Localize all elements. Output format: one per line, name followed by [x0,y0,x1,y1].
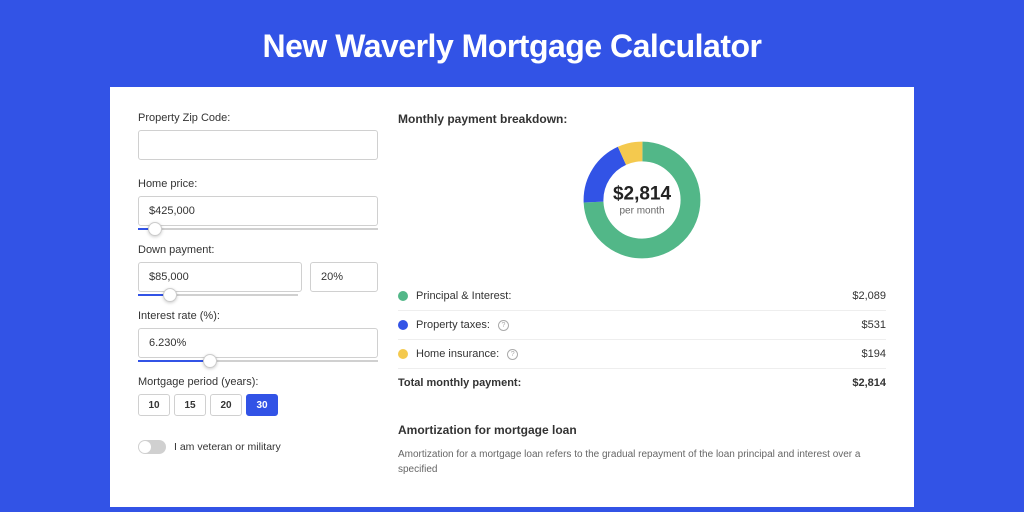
legend-row: Property taxes:? $531 [398,311,886,340]
period-button-20[interactable]: 20 [210,394,242,416]
down-payment-group: Down payment: [138,244,378,296]
period-label: Mortgage period (years): [138,376,378,388]
donut-chart: $2,814 per month [398,136,886,264]
donut-center: $2,814 per month [613,184,671,217]
amortization-text: Amortization for a mortgage loan refers … [398,447,886,477]
total-row: Total monthly payment: $2,814 [398,369,886,397]
home-price-slider[interactable] [138,228,378,230]
interest-group: Interest rate (%): [138,310,378,362]
zip-label: Property Zip Code: [138,112,378,124]
zip-group: Property Zip Code: [138,112,378,160]
total-label: Total monthly payment: [398,377,521,389]
legend-dot [398,320,408,330]
veteran-toggle[interactable] [138,440,166,454]
page-title: New Waverly Mortgage Calculator [0,0,1024,87]
legend-value: $194 [862,348,886,360]
period-group: Mortgage period (years): 10152030 [138,376,378,416]
interest-slider[interactable] [138,360,378,362]
period-button-10[interactable]: 10 [138,394,170,416]
form-column: Property Zip Code: Home price: Down paym… [138,112,378,482]
interest-label: Interest rate (%): [138,310,378,322]
interest-input[interactable] [138,328,378,358]
period-button-15[interactable]: 15 [174,394,206,416]
donut-sub: per month [613,206,671,217]
info-icon[interactable]: ? [507,349,518,360]
home-price-label: Home price: [138,178,378,190]
legend-label: Home insurance: [416,348,499,360]
slider-thumb[interactable] [148,222,162,236]
home-price-input[interactable] [138,196,378,226]
veteran-toggle-row: I am veteran or military [138,440,378,454]
down-payment-percent-input[interactable] [310,262,378,292]
legend-row: Home insurance:? $194 [398,340,886,369]
calculator-panel: Property Zip Code: Home price: Down paym… [110,87,914,507]
legend: Principal & Interest: $2,089 Property taxe… [398,282,886,369]
total-value: $2,814 [852,377,886,389]
slider-thumb[interactable] [163,288,177,302]
breakdown-column: Monthly payment breakdown: $2,814 per mo… [398,112,886,482]
period-button-30[interactable]: 30 [246,394,278,416]
amortization-section: Amortization for mortgage loan Amortizat… [398,411,886,477]
donut-amount: $2,814 [613,184,671,206]
down-payment-label: Down payment: [138,244,378,256]
breakdown-title: Monthly payment breakdown: [398,112,886,126]
home-price-group: Home price: [138,178,378,230]
legend-row: Principal & Interest: $2,089 [398,282,886,311]
slider-thumb[interactable] [203,354,217,368]
zip-input[interactable] [138,130,378,160]
legend-dot [398,349,408,359]
legend-value: $2,089 [852,290,886,302]
down-payment-amount-input[interactable] [138,262,302,292]
amortization-title: Amortization for mortgage loan [398,423,886,437]
legend-dot [398,291,408,301]
down-payment-slider[interactable] [138,294,298,296]
legend-value: $531 [862,319,886,331]
legend-label: Principal & Interest: [416,290,511,302]
legend-label: Property taxes: [416,319,490,331]
info-icon[interactable]: ? [498,320,509,331]
veteran-label: I am veteran or military [174,441,281,453]
toggle-knob [139,441,151,453]
